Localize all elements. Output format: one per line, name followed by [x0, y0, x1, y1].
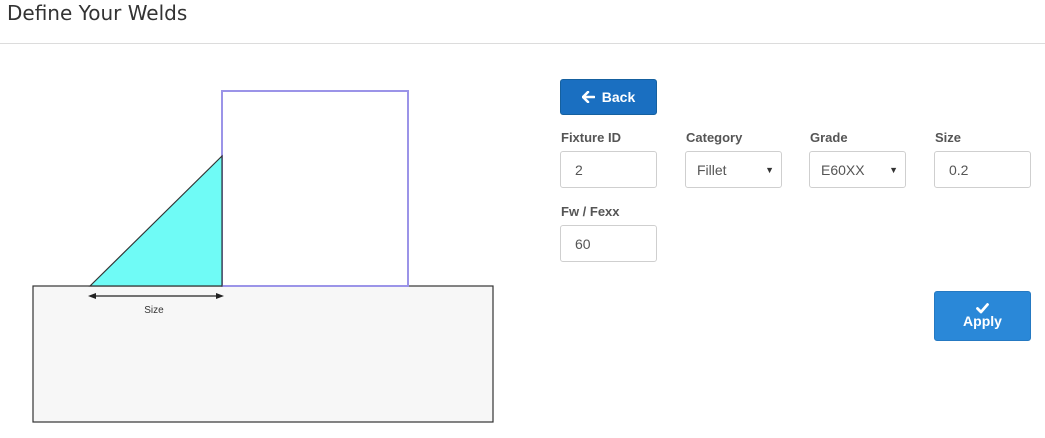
- chevron-down-icon: ▼: [765, 164, 774, 175]
- vertical-plate: [221, 90, 409, 287]
- apply-button[interactable]: Apply: [934, 291, 1031, 341]
- chevron-down-icon: ▼: [889, 164, 898, 175]
- fillet-weld: [88, 154, 223, 287]
- grade-select[interactable]: E60XX ▼: [809, 151, 906, 188]
- category-label: Category: [686, 130, 743, 145]
- weld-diagram: Size: [32, 90, 494, 423]
- size-label: Size: [935, 130, 962, 145]
- back-button-label: Back: [601, 89, 636, 105]
- fixture-id-input[interactable]: 2: [560, 151, 657, 188]
- base-plate: [32, 285, 494, 423]
- size-dimension-label: Size: [144, 305, 164, 316]
- category-select[interactable]: Fillet ▼: [685, 151, 782, 188]
- fixture-id-label: Fixture ID: [561, 130, 621, 145]
- grade-label: Grade: [810, 130, 848, 145]
- grade-select-value: E60XX: [821, 161, 865, 178]
- size-input[interactable]: 0.2: [934, 151, 1031, 188]
- category-select-value: Fillet: [697, 161, 727, 178]
- back-button[interactable]: Back: [560, 79, 657, 115]
- arrow-left-icon: [581, 91, 595, 103]
- fw-fexx-input[interactable]: 60: [560, 225, 657, 262]
- apply-button-label: Apply: [963, 313, 1002, 330]
- fw-fexx-label: Fw / Fexx: [561, 204, 620, 219]
